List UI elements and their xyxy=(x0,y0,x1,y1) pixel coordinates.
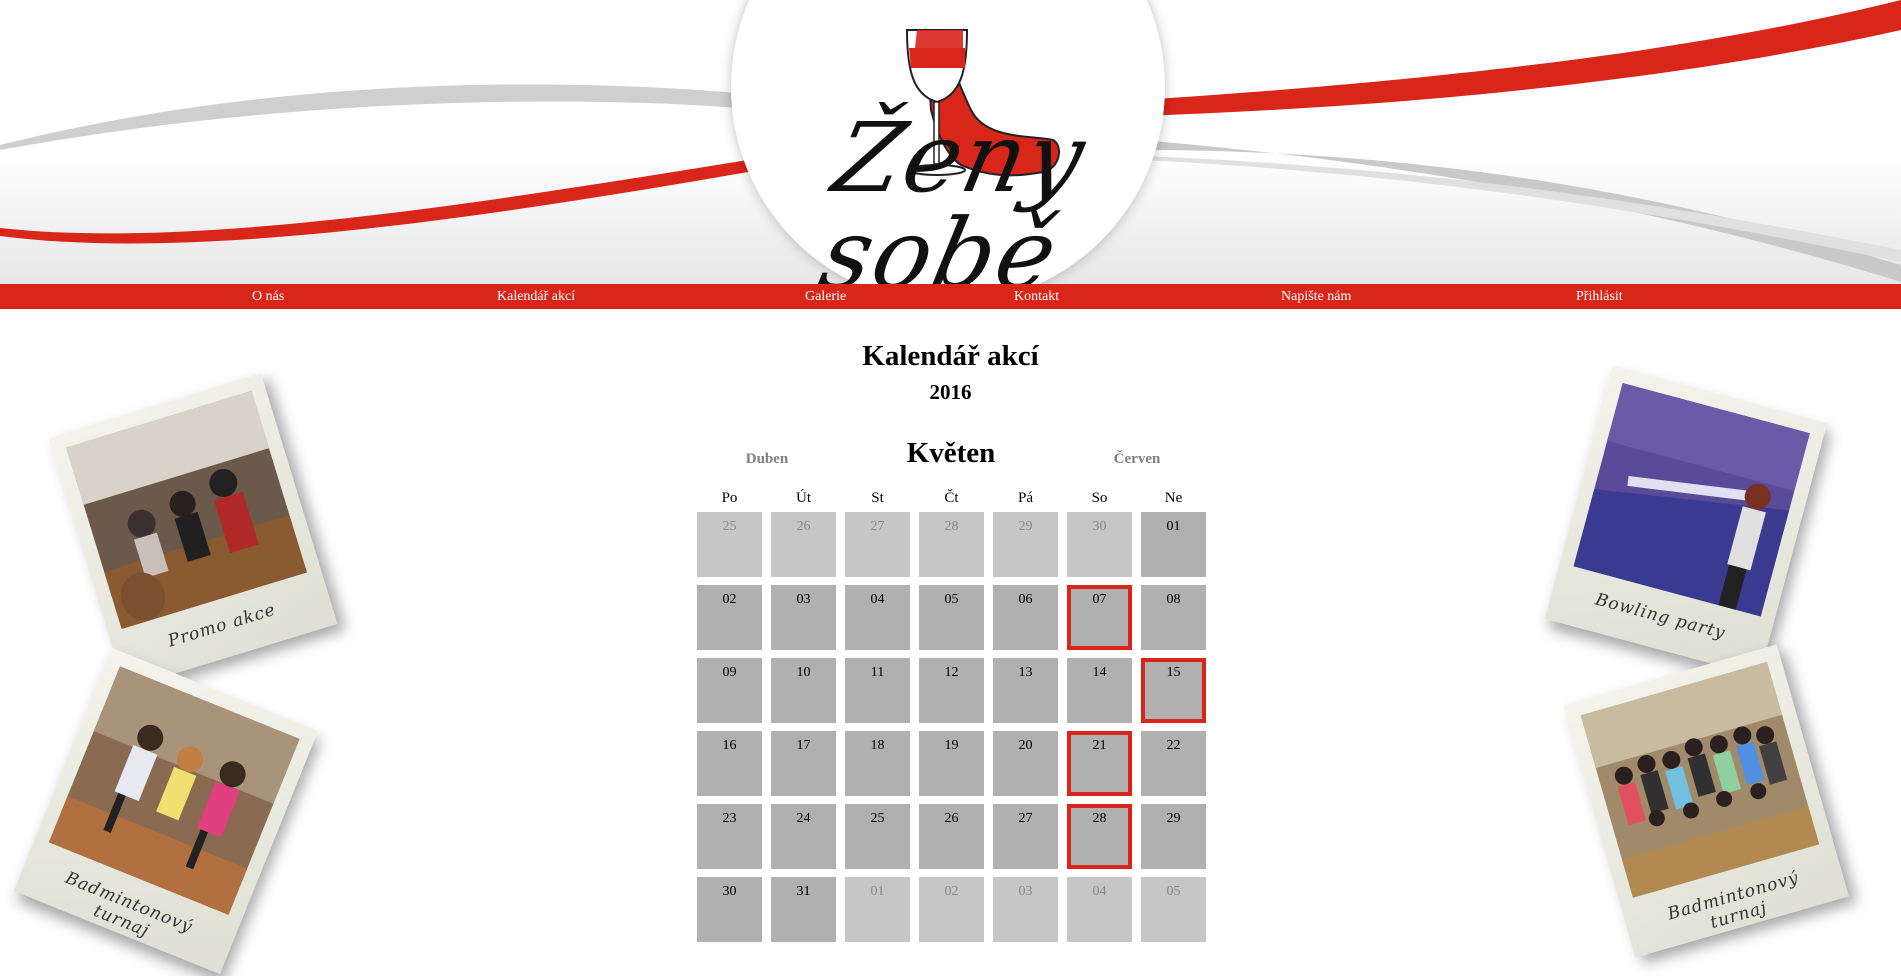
weekday-header: So xyxy=(1091,490,1108,506)
calendar-day[interactable]: 17 xyxy=(771,731,836,796)
calendar-day[interactable]: 04 xyxy=(845,585,910,650)
main-nav: O nás Kalendář akcí Galerie Kontakt Napi… xyxy=(0,284,1901,309)
calendar-day[interactable]: 16 xyxy=(697,731,762,796)
calendar-day[interactable]: 30 xyxy=(697,877,762,942)
calendar-day[interactable]: 20 xyxy=(993,731,1058,796)
calendar-day-other-month[interactable]: 05 xyxy=(1141,877,1206,942)
calendar-day[interactable]: 22 xyxy=(1141,731,1206,796)
next-month-link[interactable]: Červen xyxy=(1077,451,1197,468)
calendar-day-other-month[interactable]: 30 xyxy=(1067,512,1132,577)
calendar-day-event[interactable]: 28 xyxy=(1067,804,1132,869)
photo-card-badmintonovy-turnaj[interactable]: Badmintonový turnaj xyxy=(14,647,318,975)
calendar-day[interactable]: 27 xyxy=(993,804,1058,869)
calendar-day[interactable]: 31 xyxy=(771,877,836,942)
photo-badmintonovy-turnaj-group xyxy=(1580,661,1820,898)
calendar-day[interactable]: 08 xyxy=(1141,585,1206,650)
calendar-day[interactable]: 24 xyxy=(771,804,836,869)
calendar-day[interactable]: 10 xyxy=(771,658,836,723)
weekday-header: Ne xyxy=(1164,490,1183,506)
calendar-day-other-month[interactable]: 25 xyxy=(697,512,762,577)
calendar-day[interactable]: 03 xyxy=(771,585,836,650)
nav-item-kalendar-akci[interactable]: Kalendář akcí xyxy=(497,284,575,309)
calendar-day[interactable]: 02 xyxy=(697,585,762,650)
calendar-day[interactable]: 05 xyxy=(919,585,984,650)
calendar-day-other-month[interactable]: 03 xyxy=(993,877,1058,942)
calendar-day-other-month[interactable]: 01 xyxy=(845,877,910,942)
nav-item-napiste-nam[interactable]: Napište nám xyxy=(1281,284,1351,309)
calendar-day-other-month[interactable]: 02 xyxy=(919,877,984,942)
calendar-day-event[interactable]: 07 xyxy=(1067,585,1132,650)
calendar-day[interactable]: 26 xyxy=(919,804,984,869)
calendar-day[interactable]: 06 xyxy=(993,585,1058,650)
nav-item-prihlasit[interactable]: Přihlásit xyxy=(1576,284,1623,309)
calendar-day[interactable]: 13 xyxy=(993,658,1058,723)
calendar-day[interactable]: 18 xyxy=(845,731,910,796)
calendar-day-other-month[interactable]: 27 xyxy=(845,512,910,577)
calendar-day-other-month[interactable]: 26 xyxy=(771,512,836,577)
calendar-day[interactable]: 25 xyxy=(845,804,910,869)
calendar-day-other-month[interactable]: 04 xyxy=(1067,877,1132,942)
logo-text[interactable]: Ženy sobě xyxy=(725,102,1176,284)
weekday-header: Čt xyxy=(944,490,959,506)
nav-item-o-nas[interactable]: O nás xyxy=(252,284,284,309)
current-month-title: Květen xyxy=(906,437,996,469)
calendar-day-event[interactable]: 15 xyxy=(1141,658,1206,723)
calendar-day[interactable]: 29 xyxy=(1141,804,1206,869)
calendar-day[interactable]: 14 xyxy=(1067,658,1132,723)
calendar-day-event[interactable]: 21 xyxy=(1067,731,1132,796)
photo-promo-akce xyxy=(66,390,308,630)
calendar-day[interactable]: 12 xyxy=(919,658,984,723)
calendar-day[interactable]: 11 xyxy=(845,658,910,723)
nav-item-galerie[interactable]: Galerie xyxy=(805,284,846,309)
photo-bowling-party xyxy=(1573,382,1810,617)
calendar-day-other-month[interactable]: 28 xyxy=(919,512,984,577)
weekday-header: Út xyxy=(796,490,811,506)
calendar-day[interactable]: 01 xyxy=(1141,512,1206,577)
calendar-day[interactable]: 09 xyxy=(697,658,762,723)
calendar-day-other-month[interactable]: 29 xyxy=(993,512,1058,577)
photo-card-badmintonovy-turnaj-group[interactable]: Badmintonový turnaj xyxy=(1563,644,1849,958)
weekday-header: St xyxy=(871,490,884,506)
weekday-header: Pá xyxy=(1018,490,1033,506)
nav-item-kontakt[interactable]: Kontakt xyxy=(1014,284,1059,309)
calendar-day[interactable]: 23 xyxy=(697,804,762,869)
site-header: Ženy sobě xyxy=(0,0,1901,284)
photo-card-promo-akce[interactable]: Promo akce xyxy=(48,373,338,689)
photo-card-bowling-party[interactable]: Bowling party xyxy=(1544,365,1828,677)
prev-month-link[interactable]: Duben xyxy=(707,451,827,468)
weekday-header: Po xyxy=(721,490,738,506)
calendar-day[interactable]: 19 xyxy=(919,731,984,796)
